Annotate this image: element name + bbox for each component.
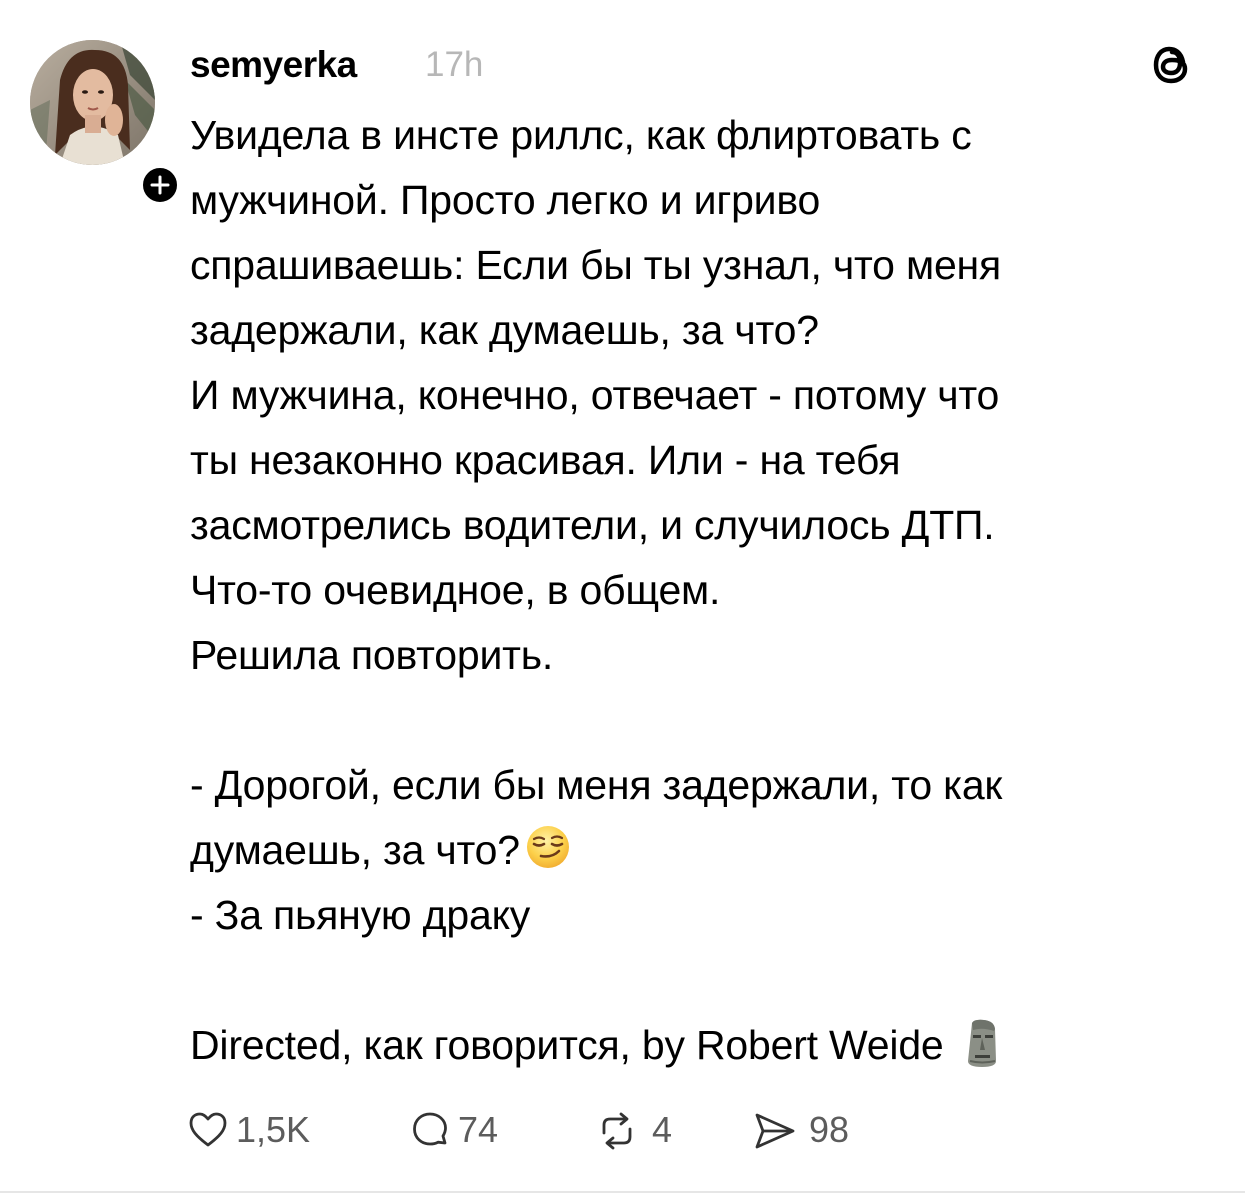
threads-logo-icon[interactable] — [1150, 40, 1194, 90]
post-text-blank-line — [190, 688, 1210, 753]
post-text-line: - Дорогой, если бы меня задержали, то ка… — [190, 762, 1003, 808]
comment-count: 74 — [458, 1109, 499, 1150]
comment-button[interactable]: 74 — [410, 1105, 530, 1155]
post-text-line: - За пьяную драку — [190, 892, 531, 938]
send-icon — [755, 1113, 795, 1149]
post-text-line: задержали, как думаешь, за что? — [190, 307, 819, 353]
repost-button[interactable]: 4 — [596, 1105, 706, 1155]
plus-icon — [150, 175, 170, 195]
post-text-line: Решила повторить. — [190, 632, 554, 678]
post-text-line: И мужчина, конечно, отвечает - потому чт… — [190, 372, 1000, 418]
like-count: 1,5K — [236, 1109, 311, 1150]
threads-post: semyerka 17h Увидела в инсте риллс, как … — [0, 0, 1245, 1200]
post-text-blank-line — [190, 948, 1210, 1013]
speech-bubble-icon — [413, 1112, 447, 1146]
share-button[interactable]: 98 — [753, 1105, 883, 1155]
repost-arrows-icon — [602, 1112, 632, 1150]
post-text-line: Что-то очевидное, в общем. — [190, 567, 721, 613]
post-text-line: засмотрелись водители, и случилось ДТП. — [190, 502, 995, 548]
post-text-line: мужчиной. Просто легко и игриво — [190, 177, 821, 223]
post-timestamp: 17h — [425, 45, 484, 84]
heart-icon — [189, 1112, 227, 1147]
avatar[interactable] — [30, 40, 155, 165]
repost-count: 4 — [652, 1109, 673, 1150]
post-body: Увидела в инсте риллс, как флиртовать с … — [190, 103, 1210, 1078]
follow-button[interactable] — [138, 163, 182, 207]
like-button[interactable]: 1,5K — [188, 1105, 348, 1155]
moai-emoji — [962, 1017, 1002, 1088]
post-divider — [0, 1191, 1245, 1193]
post-text-line-with-emoji: Directed, как говорится, by Robert Weide — [190, 1013, 1210, 1078]
post-text-line: думаешь, за что? — [190, 827, 520, 873]
post-text-line: спрашиваешь: Если бы ты узнал, что меня — [190, 242, 1001, 288]
post-text-line: Directed, как говорится, by Robert Weide — [190, 1022, 944, 1068]
share-count: 98 — [809, 1109, 850, 1150]
post-text-line: Увидела в инсте риллс, как флиртовать с — [190, 112, 972, 158]
avatar-container[interactable] — [30, 40, 182, 207]
post-text-line: ты незаконно красивая. Или - на тебя — [190, 437, 901, 483]
post-text-line-with-emoji: думаешь, за что? — [190, 818, 1210, 883]
smirking-face-emoji — [524, 824, 572, 889]
username-link[interactable]: semyerka — [190, 40, 357, 90]
